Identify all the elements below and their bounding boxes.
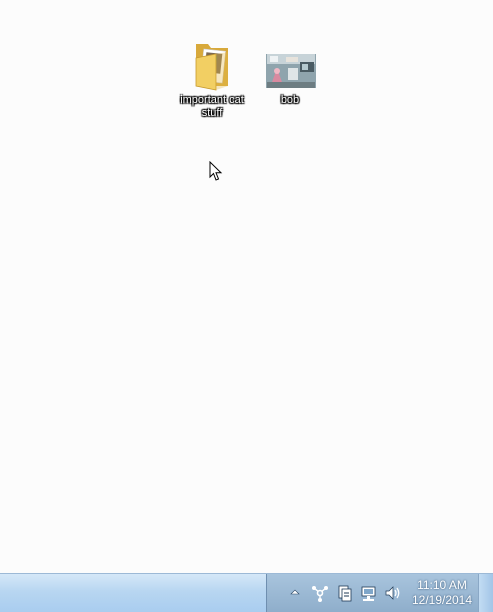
sync-center-icon[interactable]: [336, 584, 354, 602]
image-thumbnail-icon: [264, 38, 316, 92]
taskbar-clock[interactable]: 11:10 AM 12/19/2014: [407, 578, 477, 608]
notification-area: 11:10 AM 12/19/2014: [266, 574, 479, 612]
mouse-cursor-icon: [209, 160, 223, 182]
desktop-icon-label: bob: [280, 94, 300, 106]
folder-icon: [186, 38, 238, 92]
desktop-icon-label: important cat stuff: [180, 94, 244, 119]
clock-date: 12/19/2014: [411, 593, 473, 607]
network-icon[interactable]: [360, 584, 378, 602]
show-hidden-icons-arrow[interactable]: [289, 586, 301, 598]
network-sharing-icon[interactable]: [311, 584, 329, 602]
desktop[interactable]: important cat stuff bob: [0, 0, 493, 573]
desktop-icon-bob[interactable]: bob: [256, 38, 324, 107]
clock-time: 11:10 AM: [417, 578, 467, 592]
taskbar[interactable]: 11:10 AM 12/19/2014: [0, 573, 493, 612]
show-desktop-button[interactable]: [478, 574, 493, 612]
desktop-icon-important-cat-stuff[interactable]: important cat stuff: [178, 38, 246, 120]
volume-icon[interactable]: [384, 584, 402, 602]
